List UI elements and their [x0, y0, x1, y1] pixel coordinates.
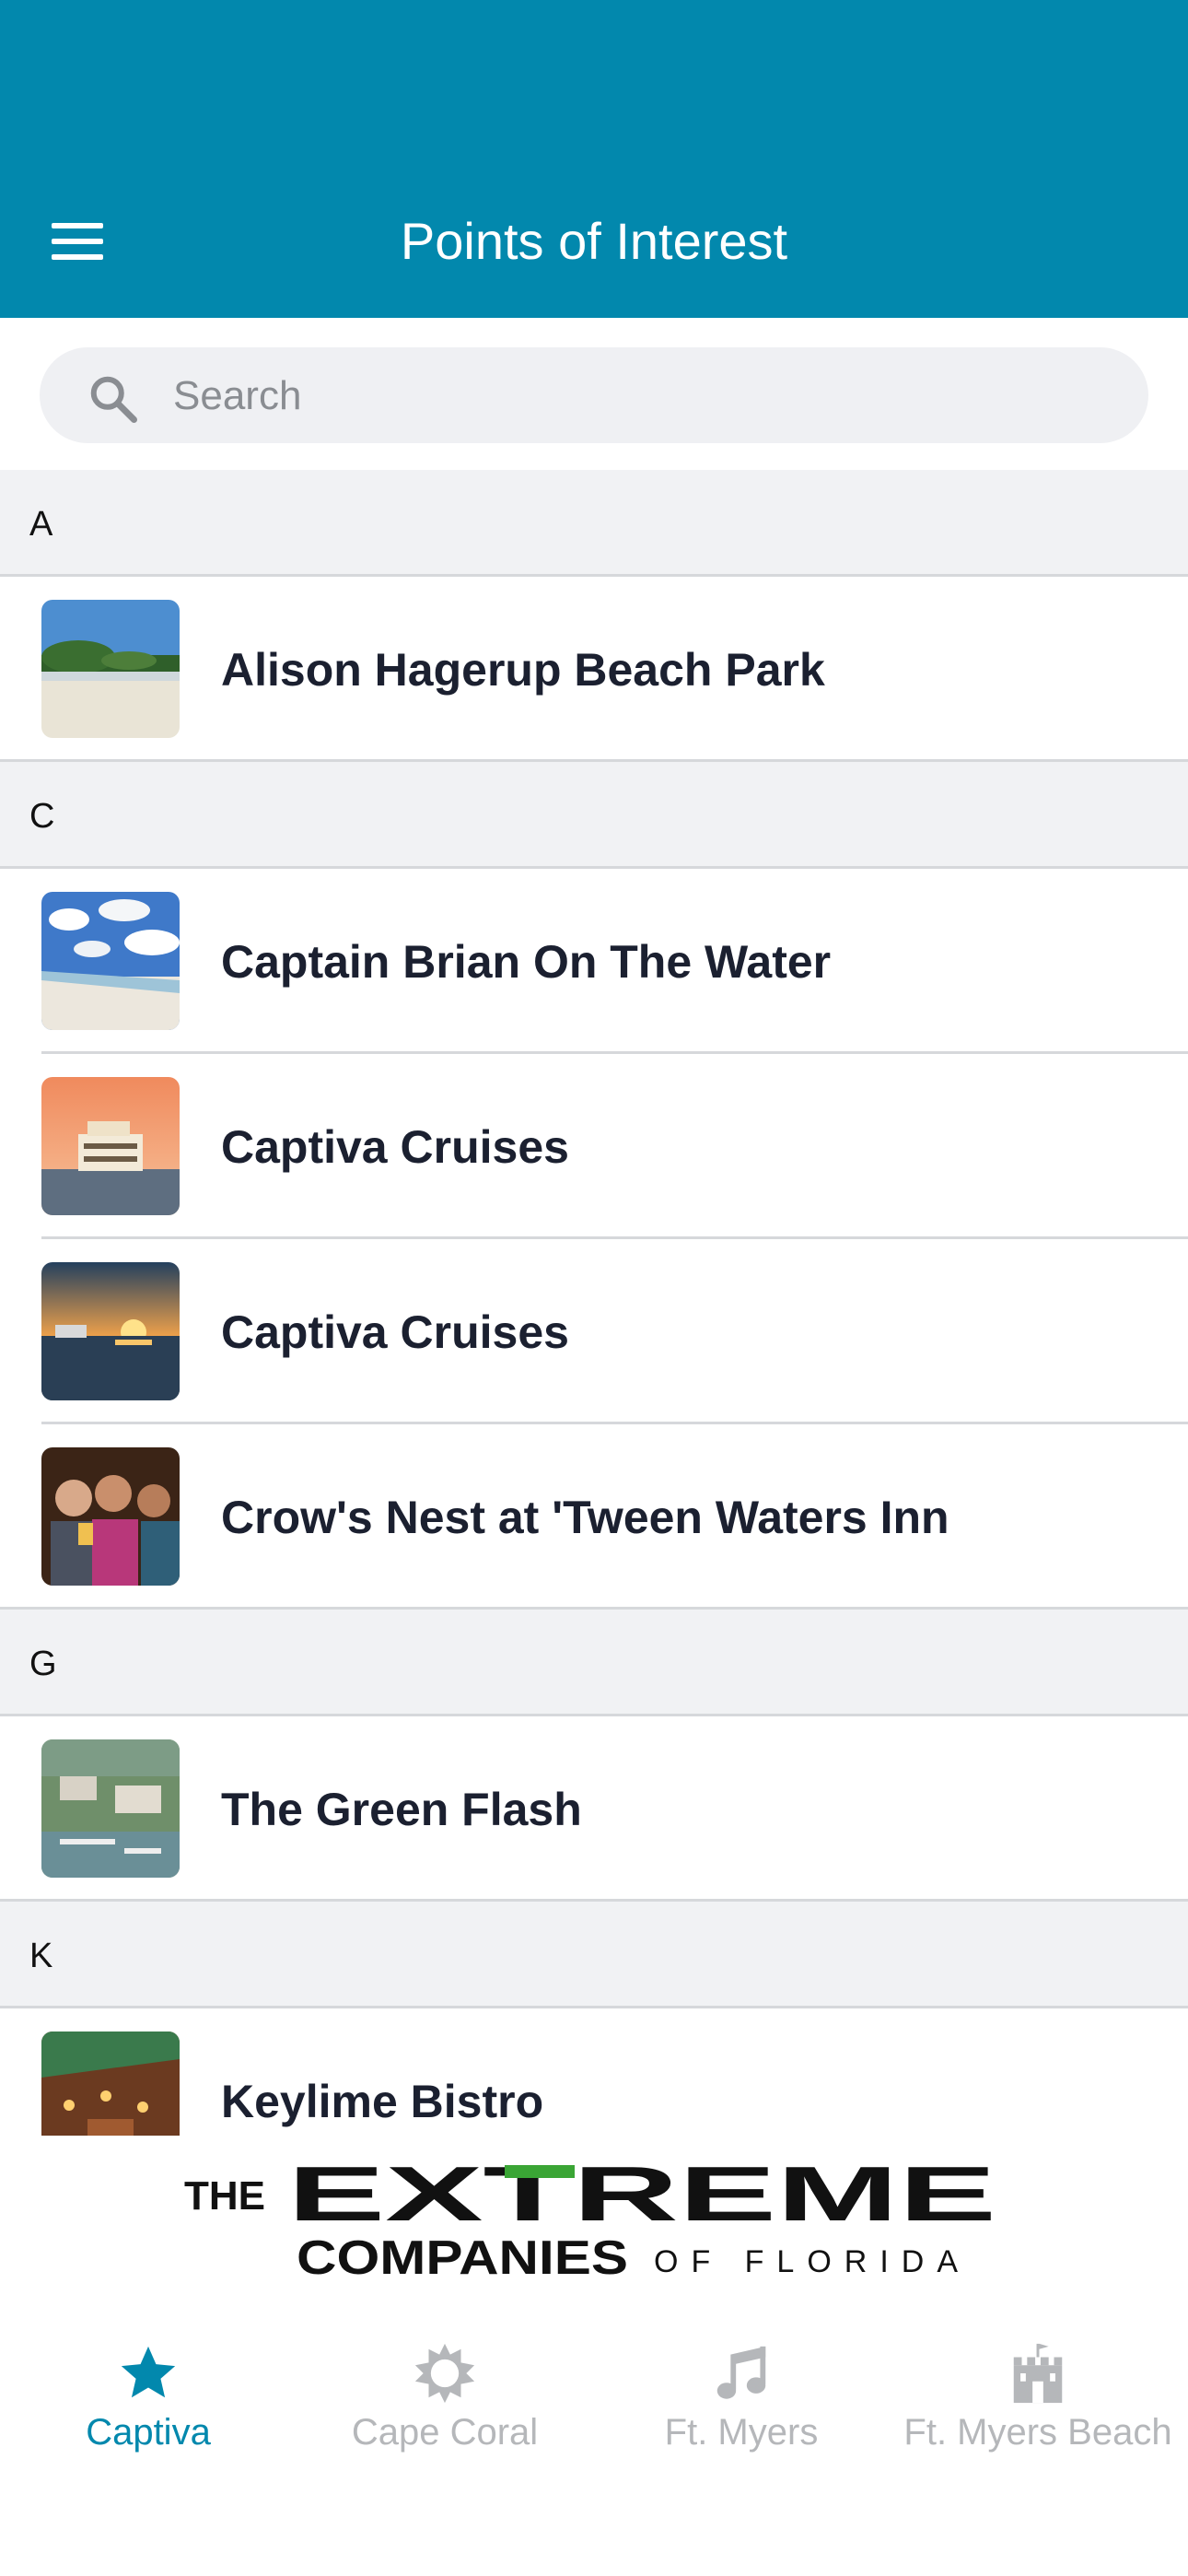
tab-cape-coral[interactable]: Cape Coral [297, 2320, 593, 2504]
section-letter: A [29, 505, 53, 544]
svg-text:EXTREME: EXTREME [287, 2163, 996, 2237]
section-letter: K [29, 1937, 53, 1975]
bottom-tab-bar: Captiva Cape Coral Ft. Myers Ft. Myers B… [0, 2320, 1188, 2576]
sponsor-banner[interactable]: THE EXTREME COMPANIES OF FLORIDA [0, 2136, 1188, 2320]
list-item-title: Alison Hagerup Beach Park [221, 644, 825, 696]
search-bar-container [0, 318, 1188, 470]
castle-icon [1013, 2343, 1063, 2404]
page-title: Points of Interest [400, 212, 788, 270]
list-item[interactable]: Keylime Bistro [0, 2008, 1188, 2136]
tab-label: Ft. Myers Beach [903, 2412, 1172, 2453]
tab-label: Cape Coral [351, 2412, 539, 2453]
list-item-title: Captiva Cruises [221, 1306, 569, 1358]
cruise-boat-sunset-photo [41, 1077, 180, 1215]
aerial-marina-photo [41, 1739, 180, 1878]
list-item-title: The Green Flash [221, 1784, 582, 1835]
section-letter: C [29, 797, 55, 836]
svg-text:OF FLORIDA: OF FLORIDA [654, 2244, 971, 2279]
beach-photo [41, 600, 180, 738]
list-item-title: Captain Brian On The Water [221, 936, 832, 988]
tab-ft-myers-beach[interactable]: Ft. Myers Beach [890, 2320, 1186, 2504]
app-header: Points of Interest [0, 0, 1188, 318]
svg-text:THE: THE [184, 2173, 265, 2219]
tab-captiva[interactable]: Captiva [0, 2320, 297, 2504]
list-item[interactable]: Captain Brian On The Water [0, 869, 1188, 1054]
people-toasting-photo [41, 1447, 180, 1586]
search-box[interactable] [40, 347, 1148, 445]
list-item[interactable]: Captiva Cruises [0, 1239, 1188, 1424]
tab-label: Ft. Myers [664, 2412, 819, 2453]
list-item[interactable]: Crow's Nest at 'Tween Waters Inn [0, 1424, 1188, 1610]
restaurant-photo [41, 2032, 180, 2136]
tab-ft-myers[interactable]: Ft. Myers [593, 2320, 890, 2504]
points-of-interest-list[interactable]: A Alison Hagerup Beach Park C Captain Br… [0, 470, 1188, 2136]
section-header-a: A [0, 470, 1188, 577]
section-header-c: C [0, 762, 1188, 869]
section-letter: G [29, 1645, 57, 1683]
list-item-title: Captiva Cruises [221, 1121, 569, 1173]
tab-label: Captiva [86, 2412, 211, 2453]
list-item-title: Crow's Nest at 'Tween Waters Inn [221, 1492, 949, 1543]
star-icon [121, 2346, 176, 2398]
list-item[interactable]: Alison Hagerup Beach Park [0, 577, 1188, 762]
svg-text:COMPANIES: COMPANIES [297, 2231, 628, 2285]
sun-icon [414, 2343, 475, 2404]
boat-sunset-photo [41, 1262, 180, 1400]
search-input[interactable] [171, 347, 1096, 445]
list-item-title: Keylime Bistro [221, 2076, 544, 2127]
list-item[interactable]: Captiva Cruises [0, 1054, 1188, 1239]
music-note-icon [716, 2346, 766, 2399]
section-header-g: G [0, 1610, 1188, 1716]
beach-sky-photo [41, 892, 180, 1030]
search-icon [90, 376, 137, 423]
extreme-companies-logo: THE EXTREME COMPANIES OF FLORIDA [184, 2163, 996, 2285]
section-header-k: K [0, 1902, 1188, 2008]
list-item[interactable]: The Green Flash [0, 1716, 1188, 1902]
